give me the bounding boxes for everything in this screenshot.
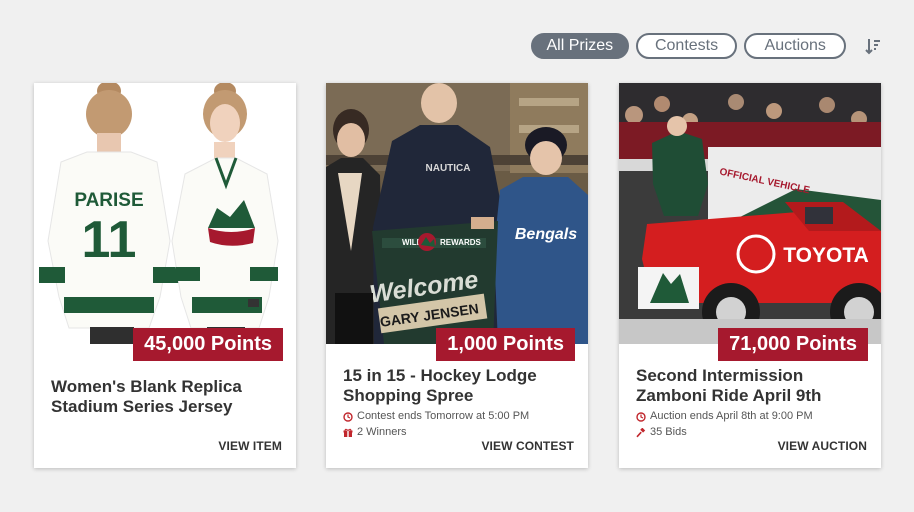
gift-icon [343,428,353,438]
shirt-text: NAUTICA [426,163,471,174]
prize-title: 15 in 15 - Hockey Lodge Shopping Spree [343,366,537,405]
gavel-icon [636,427,646,438]
meta-text: 35 Bids [650,426,687,438]
prize-card-jersey[interactable]: PARISE 11 45,000 Points Women's Blank Re… [34,83,296,468]
view-auction-link[interactable]: VIEW AUCTION [778,439,867,453]
sign-header-rewards: REWARDS [440,238,482,247]
sweatshirt-text: Bengals [515,226,577,243]
prize-image-contest: NAUTICA Bengals WILD REWARDS Welcome GAR… [326,83,588,344]
prize-card-auction[interactable]: OFFICIAL VEHICLE TOYOTA 71,000 Points Se… [619,83,881,468]
jersey-nameplate: PARISE [74,190,143,211]
sort-descending-icon[interactable] [861,34,885,58]
meta-text: 2 Winners [357,426,407,438]
points-badge: 45,000 Points [133,328,283,361]
jersey-number: 11 [82,211,137,269]
meta-text: Auction ends April 8th at 9:00 PM [650,410,813,422]
prize-image-jersey: PARISE 11 [34,83,296,344]
prize-title: Second Intermission Zamboni Ride April 9… [636,366,822,405]
prize-image-auction: OFFICIAL VEHICLE TOYOTA [619,83,881,344]
meta-text: Contest ends Tomorrow at 5:00 PM [357,410,530,422]
filter-all-prizes[interactable]: All Prizes [531,33,629,59]
bid-count: 35 Bids [636,425,866,440]
winner-count: 2 Winners [343,425,573,440]
prize-title: Women's Blank Replica Stadium Series Jer… [51,377,242,416]
prize-card-contest[interactable]: NAUTICA Bengals WILD REWARDS Welcome GAR… [326,83,588,468]
filter-contests[interactable]: Contests [635,33,738,59]
view-contest-link[interactable]: VIEW CONTEST [481,439,574,453]
clock-icon [636,411,646,422]
clock-icon [343,411,353,422]
prize-filter-bar: All Prizes Contests Auctions [531,33,885,59]
auction-end-time: Auction ends April 8th at 9:00 PM [636,409,866,424]
points-badge: 1,000 Points [436,328,575,361]
vehicle-brand: TOYOTA [783,244,869,267]
view-item-link[interactable]: VIEW ITEM [218,439,282,453]
filter-auctions[interactable]: Auctions [744,33,847,59]
contest-end-time: Contest ends Tomorrow at 5:00 PM [343,409,573,424]
points-badge: 71,000 Points [718,328,868,361]
